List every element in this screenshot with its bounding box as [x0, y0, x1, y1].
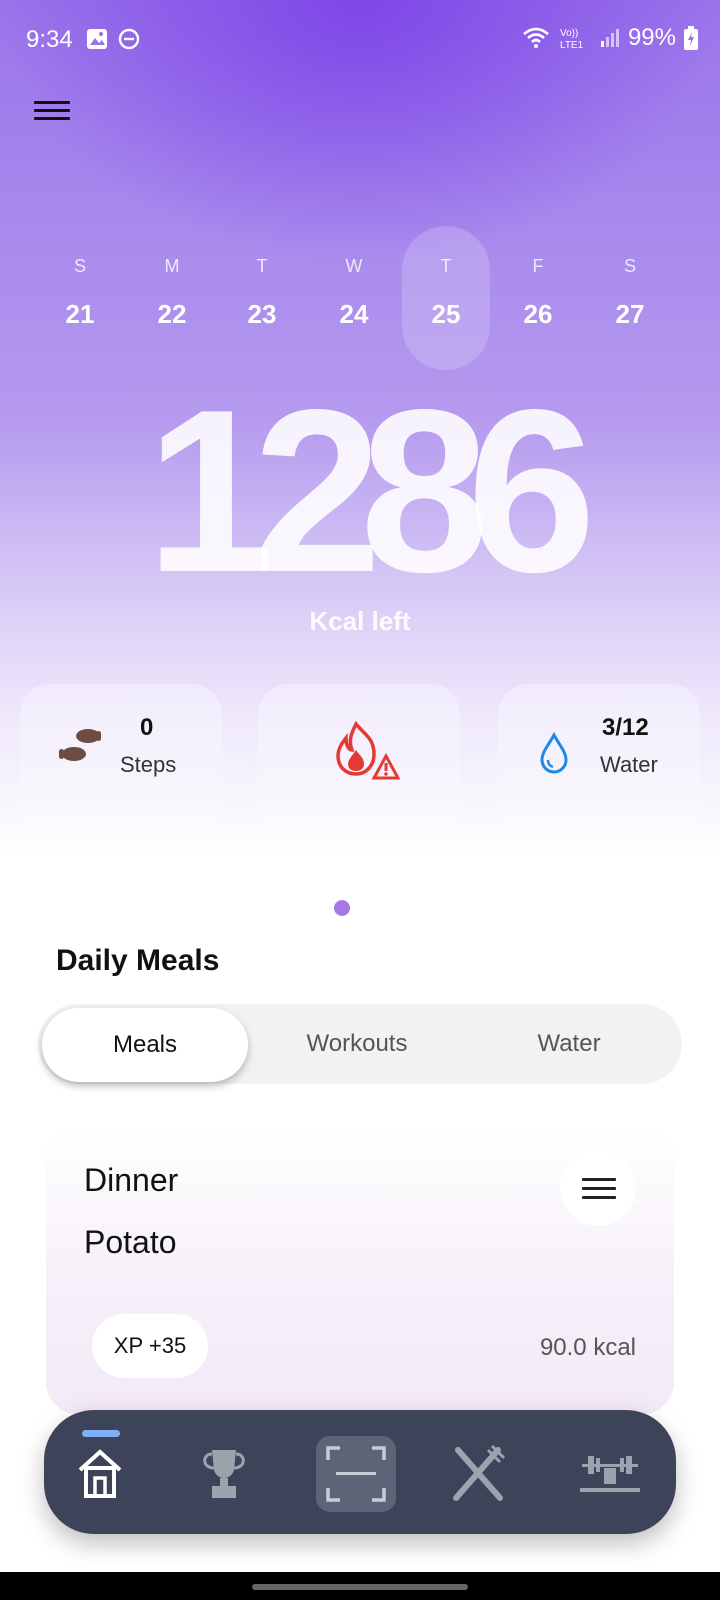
calories-left-value: 1286 — [145, 362, 596, 621]
meal-options-menu-icon[interactable] — [560, 1150, 636, 1226]
home-icon[interactable] — [60, 1436, 140, 1512]
do-not-disturb-icon — [118, 28, 140, 50]
status-time: 9:34 — [26, 26, 73, 53]
day-tue[interactable]: T 23 — [218, 226, 306, 370]
hamburger-menu-icon[interactable] — [34, 96, 70, 126]
day-sat[interactable]: S 27 — [586, 226, 674, 370]
day-fri[interactable]: F 26 — [494, 226, 582, 370]
scan-icon[interactable] — [316, 1436, 396, 1512]
battery-percent: 99% — [627, 24, 676, 51]
meal-kcal: 90.0 kcal — [539, 1334, 636, 1361]
burn-card[interactable] — [258, 684, 460, 840]
status-bar: 9:34 Vo)) LTE1 99% — [0, 0, 720, 80]
day-mon[interactable]: M 22 — [128, 226, 216, 370]
calories-left-label: Kcal left — [309, 606, 411, 636]
meal-name: Potato — [84, 1224, 177, 1260]
tab-water[interactable]: Water — [466, 1004, 672, 1084]
water-label: Water — [600, 752, 658, 777]
gesture-handle[interactable] — [252, 1584, 468, 1590]
week-selector: S 21 M 22 T 23 W 24 T 25 F 26 S 27 — [36, 226, 682, 370]
svg-text:LTE1: LTE1 — [560, 40, 584, 51]
steps-value: 0 — [140, 714, 154, 741]
lte-icon: Vo)) LTE1 — [560, 28, 584, 51]
bottom-navigation — [44, 1410, 676, 1534]
battery-icon — [684, 26, 698, 50]
fork-knife-icon[interactable] — [438, 1436, 518, 1512]
day-thu-selected[interactable]: T 25 — [402, 226, 490, 370]
segmented-control: Meals Workouts Water — [38, 1004, 682, 1084]
barbell-icon[interactable] — [570, 1436, 650, 1512]
steps-card[interactable]: 0 Steps — [20, 684, 222, 840]
meal-card[interactable]: Dinner Potato XP +35 90.0 kcal — [46, 1124, 674, 1414]
trophy-icon[interactable] — [184, 1436, 264, 1512]
tab-workouts[interactable]: Workouts — [254, 1004, 460, 1084]
svg-text:Vo)): Vo)) — [560, 28, 578, 39]
footprints-icon — [59, 729, 101, 761]
page-indicator-dot[interactable] — [334, 900, 350, 916]
water-value: 3/12 — [602, 714, 649, 741]
xp-badge: XP +35 — [92, 1314, 208, 1378]
tab-meals[interactable]: Meals — [42, 1008, 248, 1082]
section-title: Daily Meals — [56, 944, 220, 977]
water-drop-icon — [540, 732, 568, 774]
wifi-icon — [523, 27, 549, 48]
gallery-icon — [87, 29, 107, 49]
water-card[interactable]: 3/12 Water — [498, 684, 700, 840]
day-wed[interactable]: W 24 — [310, 226, 398, 370]
signal-icon — [600, 29, 619, 47]
steps-label: Steps — [120, 752, 177, 777]
day-sun[interactable]: S 21 — [36, 226, 124, 370]
meal-type: Dinner — [84, 1162, 179, 1198]
flame-warning-icon — [336, 720, 401, 780]
